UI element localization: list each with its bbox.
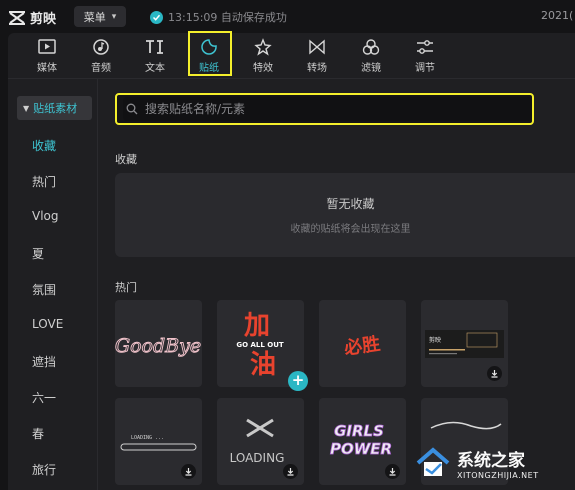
favorites-empty-state: 暂无收藏 收藏的贴纸将会出现在这里 (115, 173, 575, 257)
sticker-category-sidebar: ▼ 贴纸素材 收藏 热门 Vlog 夏 氛围 LOVE 遮挡 六一 春 旅行 (8, 79, 98, 490)
audio-icon (93, 39, 109, 55)
add-sticker-button[interactable]: + (288, 371, 308, 391)
tab-audio[interactable]: 音频 (74, 33, 128, 79)
tab-filter[interactable]: 滤镜 (344, 33, 398, 79)
watermark-subtitle: XITONGZHIJIA.NET (457, 471, 539, 480)
sticker-icon (201, 39, 217, 55)
sidebar-header-sticker-assets[interactable]: ▼ 贴纸素材 (17, 96, 92, 120)
bisheng-text: 必胜 (342, 333, 382, 360)
sidebar-item-atmosphere[interactable]: 氛围 (32, 281, 56, 298)
category-toolbar: 媒体 音频 文本 贴纸 特效 转场 滤镜 调节 (8, 31, 575, 79)
materials-panel: 媒体 音频 文本 贴纸 特效 转场 滤镜 调节 ▼ 贴纸素材 收藏 热门 Vlo… (8, 31, 575, 490)
menu-button[interactable]: 菜单 ▾ (74, 6, 126, 27)
loading-capcut-text: LOADING (230, 451, 285, 465)
goodbye-text: GoodBye (115, 335, 201, 357)
sticker-tile-loading-bar[interactable]: LOADING ... (115, 398, 202, 485)
tab-adjust[interactable]: 调节 (398, 33, 452, 79)
filter-icon (362, 39, 380, 55)
tab-sticker-label: 贴纸 (199, 63, 219, 74)
sidebar-item-childrens-day[interactable]: 六一 (32, 389, 56, 406)
loading-bar-text: LOADING ... (131, 435, 164, 441)
search-icon (126, 103, 138, 115)
app-name: 剪映 (30, 12, 57, 27)
download-icon[interactable] (385, 464, 400, 479)
chevron-down-icon: ▾ (111, 11, 117, 22)
tab-adjust-label: 调节 (415, 63, 435, 74)
tab-text[interactable]: 文本 (128, 33, 182, 79)
tab-sticker[interactable]: 贴纸 (182, 31, 236, 79)
sticker-tile-jianying-card[interactable]: 剪映 (421, 300, 508, 387)
hot-section-title: 热门 (115, 281, 137, 294)
house-logo-icon (416, 447, 450, 476)
sidebar-item-love[interactable]: LOVE (32, 317, 63, 331)
empty-favorites-hint: 收藏的贴纸将会出现在这里 (290, 224, 411, 235)
sticker-tile-goodbye[interactable]: GoodBye (115, 300, 202, 387)
effects-icon (254, 38, 272, 56)
sticker-tile-girls-power[interactable]: GIRLS POWER (319, 398, 406, 485)
sticker-tile-bisheng[interactable]: 必胜 (319, 300, 406, 387)
tab-transition[interactable]: 转场 (290, 33, 344, 79)
caret-down-icon: ▼ (23, 103, 30, 113)
tab-media-label: 媒体 (37, 63, 57, 74)
tab-filter-label: 滤镜 (361, 63, 381, 74)
title-bar: 剪映 菜单 ▾ 13:15:09 自动保存成功 2021( (0, 0, 575, 33)
sticker-tile-jiayou[interactable]: 加 GO ALL OUT 油 + (217, 300, 308, 391)
download-icon[interactable] (283, 464, 298, 479)
jiayou-bottom-text: 油 (250, 350, 276, 380)
empty-favorites-title: 暂无收藏 (326, 197, 375, 211)
site-watermark: 系统之家 XITONGZHIJIA.NET (415, 442, 571, 484)
sticker-content: 收藏 暂无收藏 收藏的贴纸将会出现在这里 热门 GoodBye 加 GO ALL… (99, 79, 575, 490)
download-icon[interactable] (487, 366, 502, 381)
sidebar-item-travel[interactable]: 旅行 (32, 461, 56, 478)
power-text: POWER (330, 440, 392, 458)
sidebar-item-hot[interactable]: 热门 (32, 173, 56, 190)
app-logo: 剪映 (8, 8, 56, 27)
tab-text-audio-label: 音频 (91, 63, 111, 74)
tab-media[interactable]: 媒体 (20, 33, 74, 79)
adjust-icon (417, 40, 433, 54)
girls-text: GIRLS (334, 422, 384, 440)
jiayou-top-text: 加 (244, 311, 270, 341)
search-bar (115, 93, 534, 125)
tab-transition-label: 转场 (307, 63, 327, 74)
autosave-status: 13:15:09 自动保存成功 (150, 9, 287, 25)
autosave-text: 13:15:09 自动保存成功 (168, 11, 287, 24)
check-icon (150, 10, 163, 24)
search-field-wrapper (123, 97, 532, 121)
transition-icon (309, 39, 325, 55)
jiayou-mid-text: GO ALL OUT (236, 341, 284, 349)
watermark-title: 系统之家 (457, 451, 525, 471)
sidebar-item-favorites[interactable]: 收藏 (32, 137, 56, 154)
menu-label: 菜单 (83, 10, 106, 24)
capcut-logo-icon (9, 10, 25, 25)
tab-text-label: 文本 (145, 63, 165, 74)
date-fragment: 2021( (541, 9, 574, 22)
jianying-card-text: 剪映 (429, 336, 441, 344)
sidebar-item-vlog[interactable]: Vlog (32, 209, 59, 223)
download-icon[interactable] (181, 464, 196, 479)
search-input[interactable] (145, 102, 495, 116)
sidebar-item-spring[interactable]: 春 (32, 425, 44, 442)
sticker-tile-loading-capcut[interactable]: LOADING (217, 398, 304, 485)
tab-effects[interactable]: 特效 (236, 33, 290, 79)
sidebar-item-summer[interactable]: 夏 (32, 245, 44, 262)
text-icon (146, 40, 163, 54)
sidebar-item-cover[interactable]: 遮挡 (32, 353, 56, 370)
sidebar-header-label: 贴纸素材 (33, 102, 78, 115)
tab-effects-label: 特效 (253, 63, 273, 74)
media-icon (38, 39, 56, 54)
bisheng-sticker-art: 必胜 (342, 333, 382, 360)
goodbye-sticker-art: GoodBye (115, 335, 202, 358)
favorites-section-title: 收藏 (115, 153, 137, 166)
